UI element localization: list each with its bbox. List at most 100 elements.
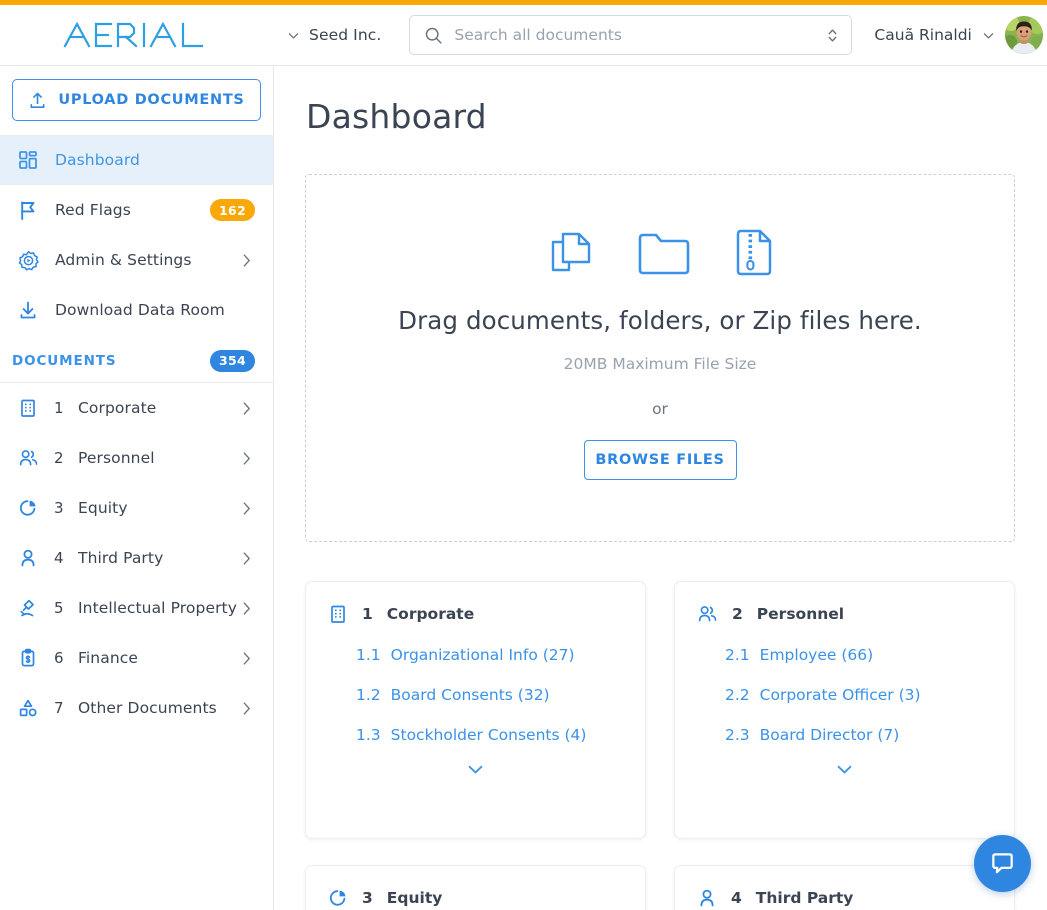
- documents-section-title: DOCUMENTS: [12, 352, 117, 369]
- sidebar-item-label: Dashboard: [55, 151, 140, 169]
- chevron-right-icon: [242, 651, 251, 666]
- category-card-equity[interactable]: 3 Equity: [305, 865, 646, 910]
- link-number: 2.3: [725, 726, 750, 744]
- link-text: Board Consents (32): [390, 686, 550, 704]
- download-icon: [16, 298, 40, 322]
- sidebar-item-label: Red Flags: [55, 201, 131, 219]
- sidebar-item-personnel[interactable]: 2 Personnel: [0, 433, 273, 483]
- documents-count-badge: 354: [210, 349, 255, 372]
- doc-number: 6: [54, 649, 64, 667]
- user-avatar-photo: [1004, 16, 1043, 54]
- card-number: 1: [362, 605, 373, 623]
- card-number: 2: [732, 605, 743, 623]
- upload-documents-label: UPLOAD DOCUMENTS: [58, 92, 245, 108]
- link-text: Employee (66): [759, 646, 874, 664]
- logo[interactable]: AERIAL: [0, 5, 274, 65]
- chevron-right-icon: [242, 253, 251, 268]
- folder-icon: [635, 226, 693, 278]
- chevron-right-icon: [242, 551, 251, 566]
- card-number: 3: [362, 889, 373, 907]
- sidebar-item-corporate[interactable]: 1 Corporate: [0, 383, 273, 433]
- card-title: Equity: [386, 889, 443, 907]
- card-subcategory-link[interactable]: 2.1 Employee (66): [697, 646, 992, 664]
- doc-label: Other Documents: [78, 699, 217, 717]
- chat-bubble-icon: [992, 853, 1013, 874]
- card-number: 4: [731, 889, 742, 907]
- doc-label: Equity: [78, 499, 128, 517]
- microscope-icon: [16, 596, 40, 620]
- doc-label: Personnel: [78, 449, 155, 467]
- card-title: Corporate: [386, 605, 475, 623]
- documents-section-header: DOCUMENTS 354: [0, 339, 273, 383]
- category-card-personnel[interactable]: 2 Personnel 2.1 Employee (66) 2.2 Corpor…: [674, 581, 1015, 839]
- file-dropzone[interactable]: Drag documents, folders, or Zip files he…: [305, 174, 1015, 542]
- link-number: 1.2: [356, 686, 381, 704]
- shapes-icon: [16, 696, 40, 720]
- search-icon: [426, 27, 442, 44]
- doc-number: 2: [54, 449, 64, 467]
- link-number: 1.1: [356, 646, 381, 664]
- main-content: Dashboard Drag documents, folders, or Zi…: [274, 66, 1047, 910]
- sidebar-item-download-data-room[interactable]: Download Data Room: [0, 285, 273, 335]
- upload-documents-button[interactable]: UPLOAD DOCUMENTS: [12, 79, 261, 121]
- card-expand-button[interactable]: [328, 764, 623, 775]
- chat-button[interactable]: [974, 835, 1031, 892]
- org-switcher[interactable]: Seed Inc.: [287, 26, 381, 44]
- card-subcategory-link[interactable]: 2.3 Board Director (7): [697, 726, 992, 744]
- sidebar-item-other-documents[interactable]: 7 Other Documents: [0, 683, 273, 733]
- user-menu[interactable]: Cauã Rinaldi: [874, 16, 1043, 54]
- person-icon: [697, 888, 717, 908]
- sidebar-item-label: Admin & Settings: [55, 251, 192, 269]
- sidebar-item-label: Download Data Room: [55, 301, 225, 319]
- search-input[interactable]: [454, 26, 827, 44]
- page-title: Dashboard: [306, 97, 487, 136]
- card-subcategory-link[interactable]: 1.2 Board Consents (32): [328, 686, 623, 704]
- search-box[interactable]: [409, 15, 853, 55]
- sidebar-item-equity[interactable]: 3 Equity: [0, 483, 273, 533]
- chevron-down-icon: [288, 32, 299, 39]
- person-icon: [16, 546, 40, 570]
- link-text: Organizational Info (27): [390, 646, 575, 664]
- dropzone-subtitle: 20MB Maximum File Size: [563, 355, 757, 373]
- dropzone-icons: [543, 224, 777, 280]
- sidebar-item-finance[interactable]: 6 Finance: [0, 633, 273, 683]
- people-icon: [697, 604, 718, 624]
- aerial-logo-icon: [63, 21, 204, 48]
- zip-file-icon: [729, 224, 777, 280]
- people-icon: [16, 446, 40, 470]
- avatar[interactable]: [1004, 16, 1043, 54]
- link-number: 2.2: [725, 686, 750, 704]
- doc-label: Corporate: [78, 399, 157, 417]
- doc-number: 3: [54, 499, 64, 517]
- chevron-down-icon: [837, 765, 852, 774]
- doc-number: 5: [54, 599, 64, 617]
- org-name: Seed Inc.: [309, 26, 382, 44]
- chevron-right-icon: [242, 701, 251, 716]
- doc-label: Finance: [78, 649, 138, 667]
- chevron-up-down-icon[interactable]: [826, 27, 839, 44]
- card-subcategory-link[interactable]: 2.2 Corporate Officer (3): [697, 686, 992, 704]
- flag-icon: [16, 198, 40, 222]
- sidebar-item-third-party[interactable]: 4 Third Party: [0, 533, 273, 583]
- chevron-down-icon: [468, 765, 483, 774]
- card-expand-button[interactable]: [697, 764, 992, 775]
- doc-label: Intellectual Property: [78, 599, 237, 617]
- sidebar-item-admin-settings[interactable]: Admin & Settings: [0, 235, 273, 285]
- app-header: AERIAL Seed Inc. Cauã Rinaldi: [0, 5, 1047, 66]
- gear-play-icon: [16, 248, 40, 272]
- chevron-right-icon: [242, 601, 251, 616]
- sidebar-item-red-flags[interactable]: Red Flags 162: [0, 185, 273, 235]
- link-text: Board Director (7): [759, 726, 900, 744]
- category-card-third-party[interactable]: 4 Third Party: [674, 865, 1015, 910]
- sidebar-item-dashboard[interactable]: Dashboard: [0, 135, 273, 185]
- grid-icon: [16, 148, 40, 172]
- browse-files-button[interactable]: BROWSE FILES: [583, 440, 737, 480]
- doc-number: 7: [54, 699, 64, 717]
- building-icon: [328, 604, 348, 624]
- card-subcategory-link[interactable]: 1.1 Organizational Info (27): [328, 646, 623, 664]
- category-card-corporate[interactable]: 1 Corporate 1.1 Organizational Info (27)…: [305, 581, 646, 839]
- sidebar: UPLOAD DOCUMENTS Dashboard Red Flags 162: [0, 66, 274, 910]
- sidebar-item-intellectual-property[interactable]: 5 Intellectual Property: [0, 583, 273, 633]
- card-subcategory-link[interactable]: 1.3 Stockholder Consents (4): [328, 726, 623, 744]
- link-text: Stockholder Consents (4): [390, 726, 587, 744]
